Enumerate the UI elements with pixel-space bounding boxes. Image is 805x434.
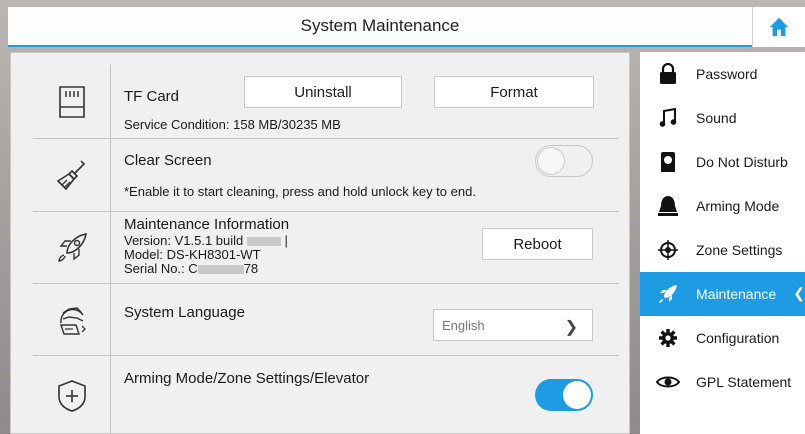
lock-icon — [640, 63, 696, 85]
redacted-mask — [246, 237, 281, 247]
reboot-button[interactable]: Reboot — [482, 228, 593, 260]
tf-card-row: TF Card Uninstall Format Service Conditi… — [33, 65, 619, 138]
music-note-icon — [640, 108, 696, 128]
redacted-mask — [197, 265, 244, 275]
bell-icon — [640, 195, 696, 217]
moon-icon — [640, 151, 696, 173]
shield-plus-icon — [33, 356, 110, 434]
format-button[interactable]: Format — [434, 76, 594, 108]
version-text: Version: V1.5.1 build | — [124, 233, 288, 248]
sidebar-item-label: GPL Statement — [696, 374, 792, 390]
globe-icon — [33, 284, 110, 355]
sidebar-item-do-not-disturb[interactable]: Do Not Disturb — [640, 140, 805, 184]
sidebar-item-label: Zone Settings — [696, 242, 783, 258]
version-label: Version: V1.5.1 build — [124, 233, 247, 248]
home-icon — [769, 17, 789, 37]
sd-card-icon — [33, 65, 110, 138]
clear-screen-note: *Enable it to start cleaning, press and … — [124, 184, 476, 199]
broom-icon — [33, 139, 110, 211]
language-select[interactable]: English ❯ — [433, 309, 593, 341]
sidebar-item-sound[interactable]: Sound — [640, 96, 805, 140]
sidebar-item-gpl-statement[interactable]: GPL Statement — [640, 360, 805, 404]
chevron-left-icon: ❮ — [793, 285, 805, 301]
model-text: Model: DS-KH8301-WT — [124, 247, 261, 262]
chevron-right-icon: ❯ — [564, 319, 578, 336]
sidebar-item-label: Configuration — [696, 330, 780, 346]
uninstall-button[interactable]: Uninstall — [244, 76, 402, 108]
arming-mode-row: Arming Mode/Zone Settings/Elevator — [33, 355, 619, 434]
settings-sidebar: Password Sound Do Not Disturb Arming Mod… — [640, 52, 805, 434]
crosshair-icon — [640, 240, 696, 260]
toggle-knob — [563, 381, 591, 409]
eye-icon — [640, 374, 696, 390]
header-bar: System Maintenance — [8, 7, 752, 47]
serial-suffix: 78 — [243, 261, 259, 276]
rocket-icon — [33, 212, 110, 283]
language-value: English — [442, 317, 485, 333]
maintenance-info-title: Maintenance Information — [124, 216, 290, 233]
tf-card-status: Service Condition: 158 MB/30235 MB — [124, 117, 341, 132]
sidebar-item-label: Maintenance — [696, 286, 777, 302]
sidebar-item-label: Do Not Disturb — [696, 154, 788, 170]
sidebar-item-password[interactable]: Password — [640, 52, 805, 96]
clear-screen-title: Clear Screen — [124, 152, 212, 169]
page-title: System Maintenance — [300, 16, 460, 35]
maintenance-info-row: Maintenance Information Version: V1.5.1 … — [33, 211, 619, 283]
sidebar-item-zone-settings[interactable]: Zone Settings — [640, 228, 805, 272]
serial-text: Serial No.: C 78 — [124, 262, 258, 276]
gear-icon — [640, 328, 696, 348]
arming-mode-toggle[interactable] — [535, 379, 593, 411]
system-language-row: System Language English ❯ — [33, 283, 619, 355]
sidebar-item-configuration[interactable]: Configuration — [640, 316, 805, 360]
sidebar-item-label: Sound — [696, 110, 737, 126]
maintenance-panel: TF Card Uninstall Format Service Conditi… — [10, 52, 630, 434]
tf-card-title: TF Card — [124, 88, 180, 105]
sidebar-item-maintenance[interactable]: Maintenance ❮ — [640, 272, 805, 316]
system-language-title: System Language — [124, 304, 245, 321]
sidebar-item-label: Arming Mode — [696, 198, 780, 214]
clear-screen-row: Clear Screen *Enable it to start cleanin… — [33, 138, 619, 211]
home-button[interactable] — [752, 7, 805, 47]
rocket-icon — [640, 284, 696, 304]
clear-screen-toggle[interactable] — [535, 145, 593, 177]
toggle-knob — [537, 147, 565, 175]
arming-mode-title: Arming Mode/Zone Settings/Elevator — [124, 370, 370, 387]
sidebar-item-label: Password — [696, 66, 758, 82]
serial-prefix: Serial No.: C — [124, 261, 198, 276]
sidebar-item-arming-mode[interactable]: Arming Mode — [640, 184, 805, 228]
